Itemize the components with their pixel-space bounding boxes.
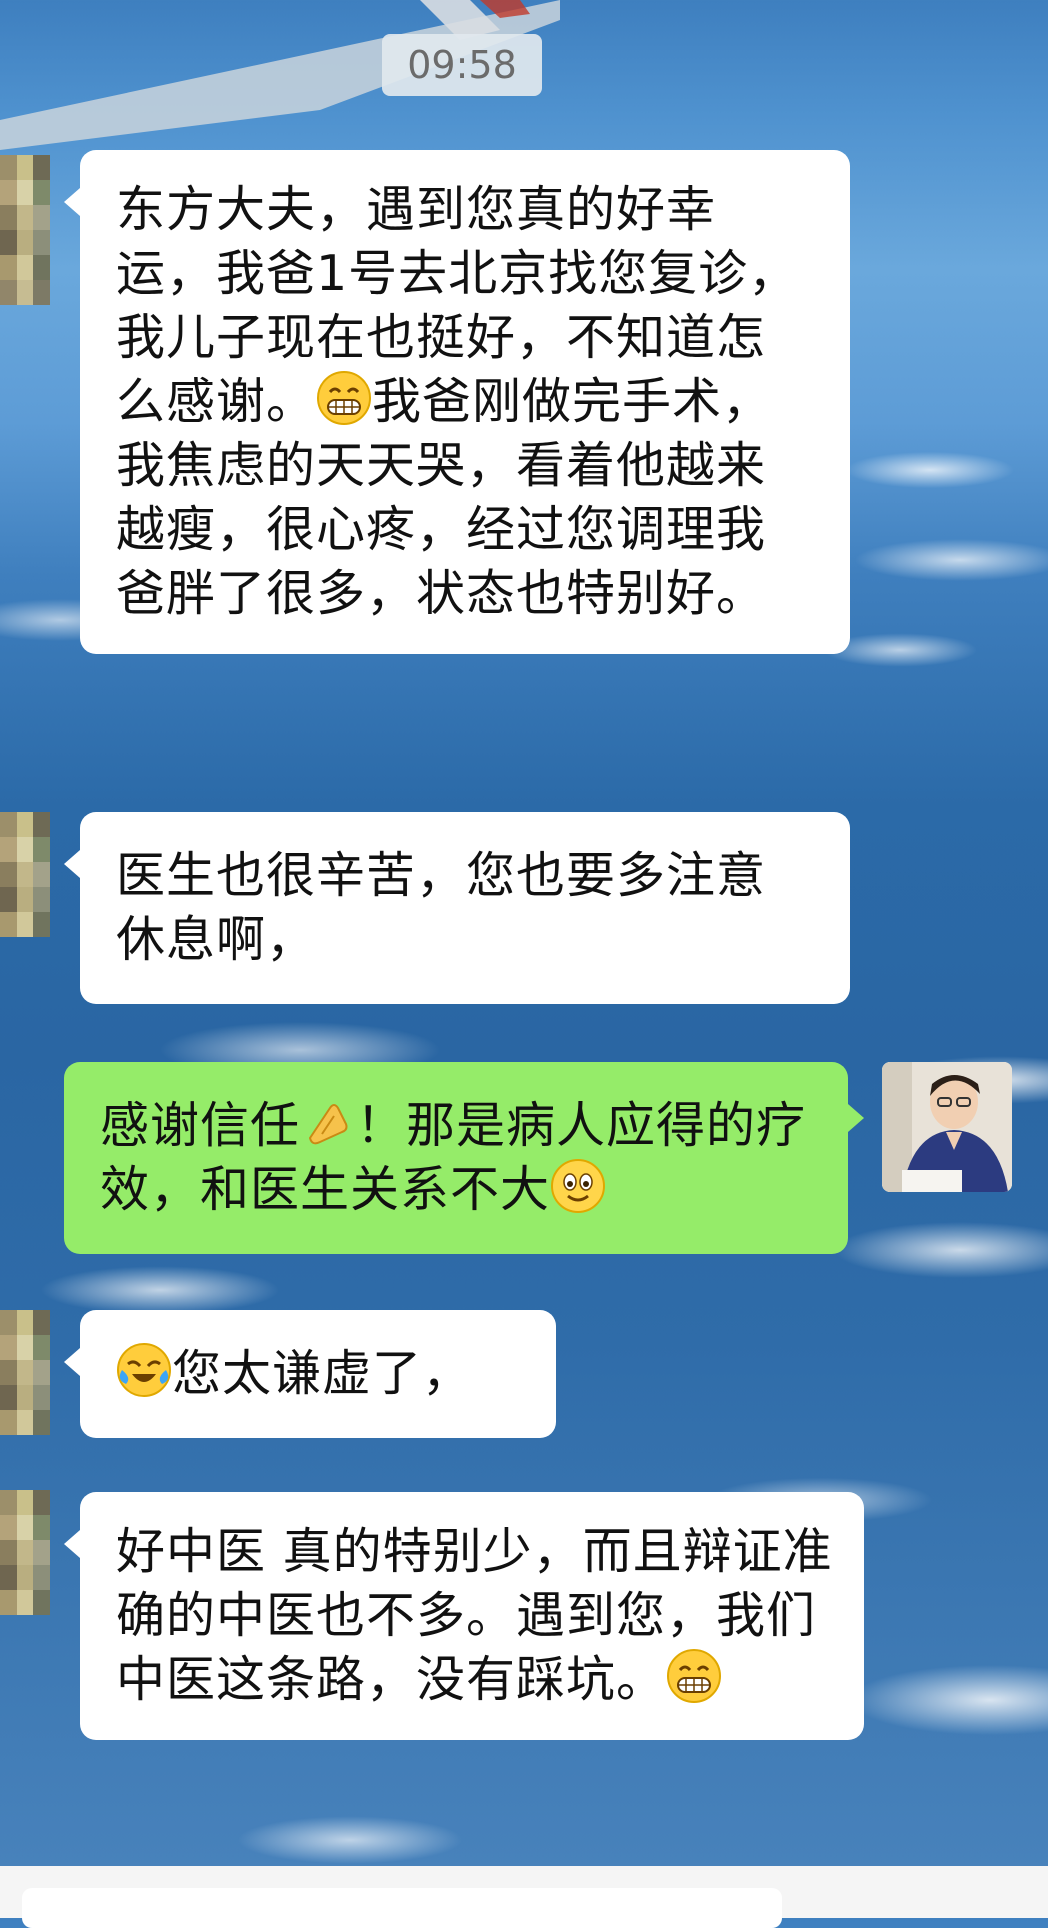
message-text: 您太谦虚了， xyxy=(172,1345,473,1402)
doctor-portrait-icon xyxy=(882,1062,1012,1192)
incoming-message-bubble[interactable]: 医生也很辛苦，您也要多注意休息啊， xyxy=(64,812,850,1004)
smile-emoji-icon xyxy=(550,1158,606,1214)
incoming-message-bubble[interactable]: 您太谦虚了， xyxy=(64,1310,556,1438)
grin-emoji-icon xyxy=(666,1648,722,1704)
contact-avatar-blurred[interactable] xyxy=(0,155,50,305)
grin-emoji-icon xyxy=(316,370,372,426)
pray-emoji-icon xyxy=(300,1094,356,1150)
message-timestamp: 09:58 xyxy=(382,34,542,96)
message-text: 医生也很辛苦，您也要多注意休息啊， xyxy=(116,847,767,968)
message-text: 感谢信任 xyxy=(100,1097,301,1154)
incoming-message-bubble[interactable]: 好中医 真的特别少，而且辩证准确的中医也不多。遇到您，我们中医这条路，没有踩坑。 xyxy=(64,1492,864,1740)
contact-avatar-blurred[interactable] xyxy=(0,1310,50,1435)
message-text: 好中医 真的特别少，而且辩证准确的中医也不多。遇到您，我们中医这条路，没有踩坑。 xyxy=(116,1523,833,1708)
outgoing-message-bubble[interactable]: 感谢信任 ！那是病人应得的疗效，和医生关系不大 xyxy=(64,1062,864,1254)
contact-avatar-blurred[interactable] xyxy=(0,1490,50,1615)
user-avatar[interactable] xyxy=(882,1062,1012,1192)
message-input[interactable] xyxy=(22,1888,782,1928)
tears-of-joy-emoji-icon xyxy=(116,1342,172,1398)
contact-avatar-blurred[interactable] xyxy=(0,812,50,937)
incoming-message-bubble[interactable]: 东方大夫，遇到您真的好幸运，我爸1号去北京找您复诊，我儿子现在也挺好，不知道怎么… xyxy=(64,150,850,654)
chat-input-bar xyxy=(0,1866,1048,1928)
